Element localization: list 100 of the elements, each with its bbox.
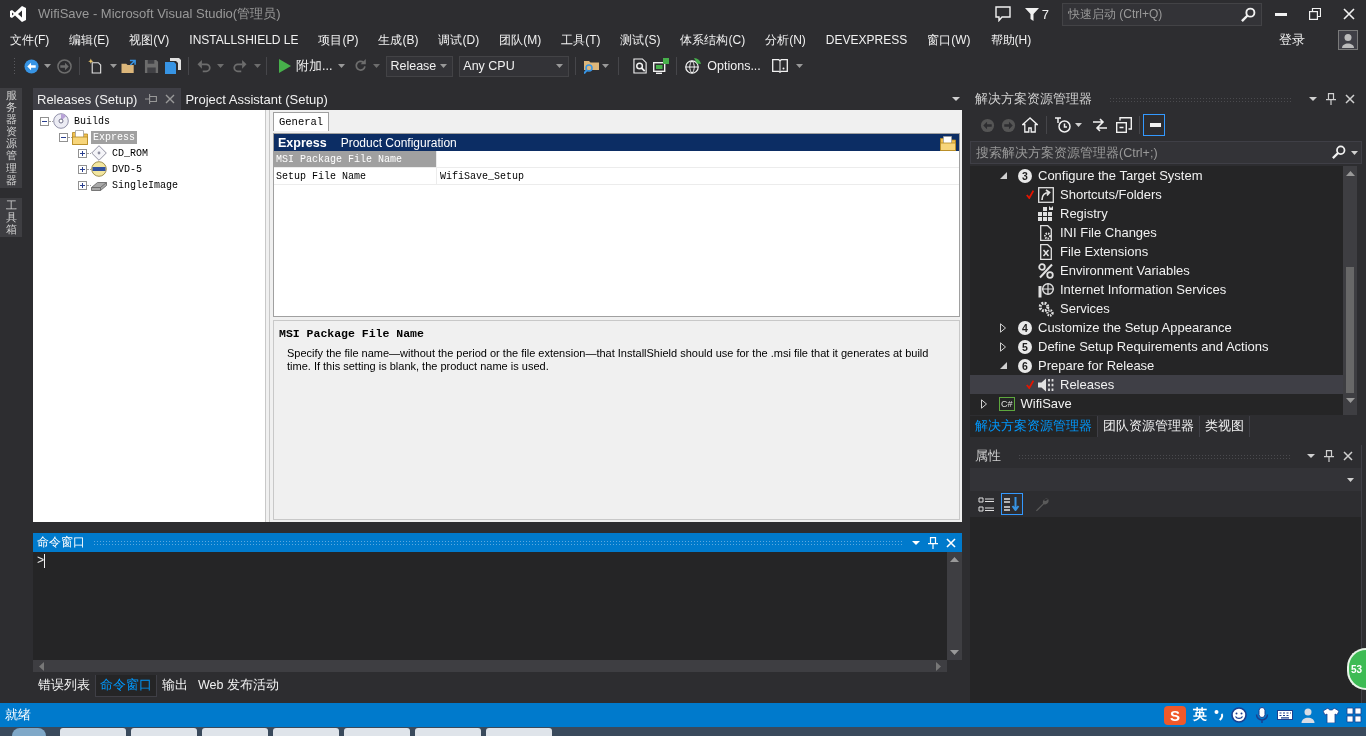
expand-icon[interactable] <box>78 148 87 158</box>
input-mode-toggle[interactable]: 英 <box>1193 706 1207 724</box>
folder-search-icon[interactable] <box>584 58 601 74</box>
book-icon[interactable] <box>771 58 788 74</box>
refresh-icon[interactable] <box>354 59 369 73</box>
tree-item[interactable]: File Extensions <box>970 242 1343 261</box>
side-tab[interactable]: 服务器资源管理器 <box>0 88 22 188</box>
tree-item[interactable]: CD_ROM <box>110 146 150 160</box>
property-name[interactable]: Setup File Name <box>274 168 437 184</box>
filter-icon[interactable] <box>1024 7 1039 21</box>
grid-icon[interactable] <box>1346 707 1362 723</box>
preview-toggle-button[interactable] <box>1143 114 1165 136</box>
expand-icon[interactable] <box>78 180 87 190</box>
redo-icon[interactable] <box>232 59 247 73</box>
dropdown-icon[interactable] <box>912 540 920 545</box>
menu-item[interactable]: 窗口(W) <box>917 31 981 49</box>
caret-icon[interactable] <box>1351 151 1358 155</box>
undo-icon[interactable] <box>197 59 212 73</box>
tree-item[interactable]: Internet Information Services <box>970 280 1343 299</box>
search-icon[interactable] <box>1241 6 1256 22</box>
scroll-up-icon[interactable] <box>950 557 959 562</box>
menu-item[interactable]: 生成(B) <box>368 31 429 49</box>
panel-tab[interactable]: 错误列表 <box>33 675 95 697</box>
vertical-scrollbar[interactable] <box>947 552 962 660</box>
attach-button[interactable]: 附加... <box>296 57 333 75</box>
tree-item[interactable]: Releases <box>970 375 1343 394</box>
sort-button[interactable] <box>1001 493 1023 515</box>
panel-tab[interactable]: 输出 <box>157 675 193 697</box>
document-tab[interactable]: Project Assistant (Setup) <box>181 88 334 110</box>
collapsed-arrow-icon[interactable] <box>1000 322 1006 333</box>
close-icon[interactable] <box>1343 451 1353 461</box>
collapse-icon[interactable] <box>59 132 68 142</box>
pin-icon[interactable] <box>145 94 158 104</box>
tree-item[interactable]: Shortcuts/Folders <box>970 185 1343 204</box>
quick-launch-field[interactable]: 快速启动 (Ctrl+Q) <box>1062 2 1262 26</box>
panel-tab[interactable]: 团队资源管理器 <box>1098 416 1200 437</box>
play-icon[interactable] <box>279 59 291 73</box>
home-icon[interactable] <box>1022 117 1038 133</box>
restore-icon[interactable] <box>1309 8 1321 20</box>
caret-icon[interactable] <box>602 64 610 68</box>
new-document-icon[interactable] <box>88 58 103 74</box>
horizontal-scrollbar[interactable] <box>33 660 947 672</box>
tree-item[interactable]: 4 Customize the Setup Appearance <box>970 318 1343 337</box>
pin-icon[interactable] <box>1326 93 1336 105</box>
dropdown-icon[interactable] <box>1307 454 1315 458</box>
stacked-squares-icon[interactable] <box>1116 117 1132 133</box>
caret-icon[interactable] <box>338 64 346 68</box>
punctuation-icon[interactable] <box>1214 709 1224 721</box>
scroll-left-icon[interactable] <box>39 661 44 671</box>
panel-tab[interactable]: 解决方案资源管理器 <box>970 416 1098 437</box>
caret-icon[interactable] <box>795 64 803 68</box>
start-button[interactable] <box>12 728 46 736</box>
person-icon[interactable] <box>1300 707 1316 723</box>
caret-icon[interactable] <box>110 64 117 68</box>
back-icon[interactable] <box>24 58 39 74</box>
notification-count[interactable]: 7 <box>1041 6 1049 22</box>
vertical-scrollbar[interactable] <box>1343 166 1357 415</box>
sign-in-link[interactable]: 登录 <box>1279 31 1305 49</box>
tree-item[interactable]: 5 Define Setup Requirements and Actions <box>970 337 1343 356</box>
pin-icon[interactable] <box>1324 450 1334 462</box>
menu-item[interactable]: DEVEXPRESS <box>815 33 918 47</box>
tree-item[interactable]: Environment Variables <box>970 261 1343 280</box>
menu-item[interactable]: 帮助(H) <box>980 31 1042 49</box>
tree-item[interactable]: 3 Configure the Target System <box>970 166 1343 185</box>
tree-item[interactable]: 6 Prepare for Release <box>970 356 1343 375</box>
caret-icon[interactable] <box>556 64 564 68</box>
platform-dropdown[interactable]: Any CPU <box>459 55 570 77</box>
search-icon[interactable] <box>1332 145 1346 159</box>
tree-item[interactable]: Services <box>970 299 1343 318</box>
settings-tab[interactable]: General <box>273 112 330 131</box>
open-folder-icon[interactable] <box>121 58 137 74</box>
tree-item[interactable]: C# WifiSave <box>970 394 1343 413</box>
menu-item[interactable]: 视图(V) <box>119 31 180 49</box>
panel-tab[interactable]: 类视图 <box>1200 416 1250 437</box>
menu-item[interactable]: 文件(F) <box>0 31 60 49</box>
save-icon[interactable] <box>144 58 159 74</box>
avatar-icon[interactable] <box>1338 30 1358 50</box>
object-selector-field[interactable] <box>970 468 1361 491</box>
caret-icon[interactable] <box>1347 477 1354 482</box>
expanded-arrow-icon[interactable] <box>999 172 1007 179</box>
globe-icon[interactable] <box>685 58 702 74</box>
caret-icon[interactable] <box>44 64 51 68</box>
minimize-icon[interactable] <box>1275 12 1287 16</box>
monitor-icon[interactable] <box>653 58 670 74</box>
menu-item[interactable]: 测试(S) <box>610 31 671 49</box>
forward-icon[interactable] <box>57 58 72 74</box>
panel-tab[interactable]: Web 发布活动 <box>193 675 284 697</box>
menu-item[interactable]: 调试(D) <box>428 31 490 49</box>
collapsed-arrow-icon[interactable] <box>981 398 987 409</box>
collapse-icon[interactable] <box>40 116 49 126</box>
menu-item[interactable]: 编辑(E) <box>59 31 120 49</box>
document-search-icon[interactable] <box>633 58 649 74</box>
scrollbar-thumb[interactable] <box>1346 267 1354 393</box>
shirt-icon[interactable] <box>1323 707 1339 723</box>
scroll-down-icon[interactable] <box>950 650 959 655</box>
collapsed-arrow-icon[interactable] <box>1000 341 1006 352</box>
menu-item[interactable]: 工具(T) <box>551 31 611 49</box>
document-tab[interactable]: Releases (Setup) <box>33 88 182 110</box>
sync-arrows-icon[interactable] <box>1092 117 1108 133</box>
close-icon[interactable] <box>1345 94 1355 104</box>
